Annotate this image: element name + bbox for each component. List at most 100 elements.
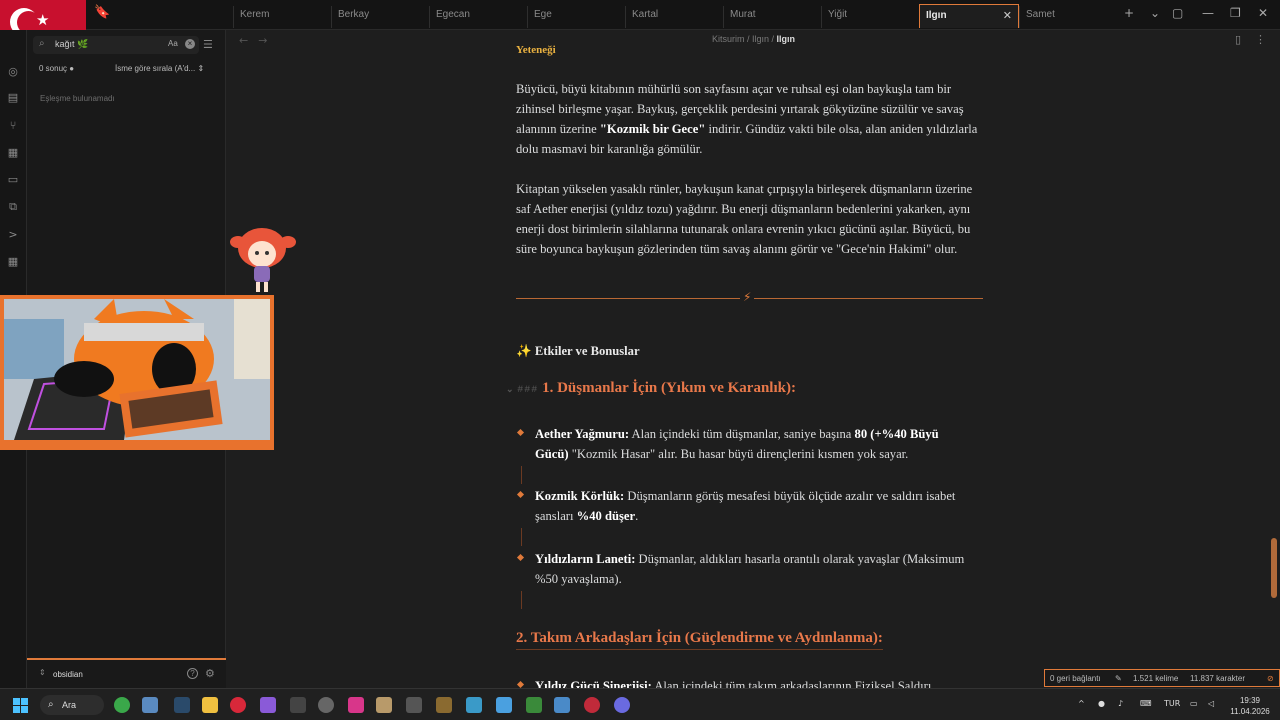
- sidebar-toggle-icon[interactable]: ▢: [1172, 6, 1183, 20]
- breadcrumb-current: Ilgın: [776, 34, 796, 44]
- heading-markdown-syntax: ###: [517, 385, 539, 396]
- breadcrumb-folder[interactable]: Ilgın: [752, 34, 769, 44]
- tab-label: Egecan: [436, 9, 470, 20]
- tab-berkay[interactable]: Berkay: [331, 6, 427, 28]
- paragraph-2[interactable]: Kitaptan yükselen yasaklı rünler, baykuş…: [516, 179, 986, 259]
- calendar-icon[interactable]: ▭: [6, 173, 20, 187]
- obsidian-icon[interactable]: [260, 697, 276, 713]
- taskbar-search-label: Ara: [62, 700, 77, 710]
- plugins-icon[interactable]: ▦: [6, 255, 20, 269]
- mic-icon[interactable]: ♪: [1118, 699, 1123, 708]
- copy-icon[interactable]: ⧉: [6, 200, 20, 214]
- search-settings-icon[interactable]: ☰: [203, 38, 213, 51]
- network-icon[interactable]: ▭: [1190, 699, 1198, 708]
- explore-icon[interactable]: ◎: [6, 65, 20, 79]
- chevron-up-icon[interactable]: ^: [1078, 699, 1085, 708]
- sort-dropdown[interactable]: İsme göre sırala (A'd... ⇕: [115, 64, 204, 73]
- chrome-icon[interactable]: [318, 697, 334, 713]
- chevron-down-icon[interactable]: ⌄: [1150, 6, 1160, 20]
- terminal-icon[interactable]: >: [6, 228, 20, 242]
- heading-enemies[interactable]: ⌄ ### 1. Düşmanlar İçin (Yıkım ve Karanl…: [506, 380, 796, 397]
- xbox-icon[interactable]: [114, 697, 130, 713]
- task-view-icon[interactable]: [142, 697, 158, 713]
- breadcrumb-root[interactable]: Kitsurim: [712, 34, 745, 44]
- instagram-icon[interactable]: [348, 697, 364, 713]
- close-tab-icon[interactable]: ✕: [1003, 5, 1012, 27]
- tab-egecan[interactable]: Egecan: [429, 6, 525, 28]
- app-icon-red[interactable]: [584, 697, 600, 713]
- steam-icon[interactable]: [174, 697, 190, 713]
- list-item[interactable]: Yıldızların Laneti: Düşmanlar, aldıkları…: [516, 549, 975, 589]
- app-icon-window[interactable]: [496, 697, 512, 713]
- app-icon-store[interactable]: [554, 697, 570, 713]
- backlinks-count[interactable]: 0 geri bağlantı: [1050, 674, 1101, 683]
- search-icon: ⌕: [48, 699, 54, 710]
- tray-app-icon[interactable]: ●: [1098, 699, 1105, 708]
- bullet-text: Alan içindeki tüm düşmanlar, saniye başı…: [629, 427, 855, 441]
- new-tab-icon[interactable]: +: [1124, 6, 1134, 20]
- obsidian-window: ★ 🔖 Kerem Berkay Egecan Ege Kartal Murat…: [0, 0, 1280, 693]
- league-icon[interactable]: [436, 697, 452, 713]
- tab-kerem[interactable]: Kerem: [233, 6, 329, 28]
- scrollbar[interactable]: [1271, 538, 1277, 598]
- keyboard-icon[interactable]: ⌨: [1140, 699, 1152, 708]
- char-count: 11.837 karakter: [1190, 674, 1245, 683]
- file-explorer-icon[interactable]: [202, 697, 218, 713]
- result-count: 0 sonuç ●: [39, 64, 75, 73]
- tab-murat[interactable]: Murat: [723, 6, 819, 28]
- tab-samet[interactable]: Samet: [1019, 6, 1115, 28]
- vault-name: obsidian: [53, 670, 83, 679]
- reading-view-icon[interactable]: ▯ ⋮: [1235, 33, 1266, 46]
- edit-icon[interactable]: ✎: [1115, 674, 1122, 683]
- windows-start-icon[interactable]: [13, 698, 28, 713]
- paragraph-1[interactable]: Büyücü, büyü kitabının mühürlü son sayfa…: [516, 79, 986, 159]
- taskbar-search[interactable]: ⌕ Ara: [40, 695, 104, 715]
- search-icon: ⌕: [39, 38, 45, 49]
- sync-icon[interactable]: ⊘: [1267, 674, 1274, 683]
- discord-icon[interactable]: [614, 697, 630, 713]
- minimize-icon[interactable]: —: [1202, 6, 1214, 20]
- clock-date: 11.04.2026: [1230, 707, 1270, 716]
- close-window-icon[interactable]: ✕: [1258, 6, 1268, 20]
- tab-ege[interactable]: Ege: [527, 6, 623, 28]
- list-item[interactable]: Kozmik Körlük: Düşmanların görüş mesafes…: [516, 486, 975, 526]
- editor-pane: ←→ Kitsurim / Ilgın / Ilgın ▯ ⋮ Yeteneği…: [227, 30, 1280, 693]
- tab-ilgin[interactable]: Ilgın ✕: [919, 4, 1019, 28]
- tab-label: Ege: [534, 9, 552, 20]
- help-icon[interactable]: ?: [187, 668, 198, 679]
- opera-icon[interactable]: [230, 697, 246, 713]
- bookmark-icon[interactable]: 🔖: [94, 5, 110, 23]
- heading-teammates[interactable]: 2. Takım Arkadaşları İçin (Güçlendirme v…: [516, 630, 883, 650]
- vault-switcher[interactable]: ⇕ obsidian ? ⚙: [27, 658, 226, 688]
- chibi-character-sticker: [230, 228, 296, 292]
- maximize-icon[interactable]: ❐: [1230, 6, 1241, 20]
- grid-icon[interactable]: ▦: [6, 146, 20, 160]
- app-icon[interactable]: [406, 697, 422, 713]
- list-item[interactable]: Aether Yağmuru: Alan içindeki tüm düşman…: [516, 424, 975, 464]
- clock[interactable]: 19:39 11.04.2026: [1228, 695, 1272, 717]
- language-indicator[interactable]: TUR: [1164, 699, 1180, 708]
- tab-label: Kartal: [632, 9, 659, 20]
- lightning-icon: ⚡: [740, 290, 755, 304]
- bullet-icon: [516, 680, 525, 689]
- bullet-label: Yıldızların Laneti:: [535, 552, 636, 566]
- tab-yigit[interactable]: Yiğit: [821, 6, 917, 28]
- game-icon[interactable]: [376, 697, 392, 713]
- match-case-button[interactable]: Aa: [168, 39, 178, 48]
- fold-chevron-icon[interactable]: ⌄: [506, 384, 514, 394]
- volume-icon[interactable]: ◁: [1208, 699, 1214, 708]
- star-icon: ★: [36, 11, 50, 29]
- gear-icon[interactable]: ⚙: [205, 667, 215, 680]
- search-query[interactable]: kağıt 🌿: [55, 39, 88, 50]
- minecraft-icon[interactable]: [526, 697, 542, 713]
- windows-taskbar: ⌕ Ara ^ ● ♪ ⌨ TUR ▭ ◁ 19:39 11.04.2026: [0, 688, 1280, 720]
- effects-heading: ✨ Etkiler ve Bonuslar: [516, 343, 640, 359]
- tab-kartal[interactable]: Kartal: [625, 6, 721, 28]
- file-icon[interactable]: ▤: [6, 91, 20, 105]
- search-input[interactable]: ⌕ kağıt 🌿 Aa ×: [33, 36, 199, 54]
- graph-icon[interactable]: ⑂: [6, 119, 20, 133]
- epic-games-icon[interactable]: [290, 697, 306, 713]
- app-icon-blue[interactable]: [466, 697, 482, 713]
- bullet-label: Kozmik Körlük:: [535, 489, 625, 503]
- clear-search-icon[interactable]: ×: [185, 39, 195, 49]
